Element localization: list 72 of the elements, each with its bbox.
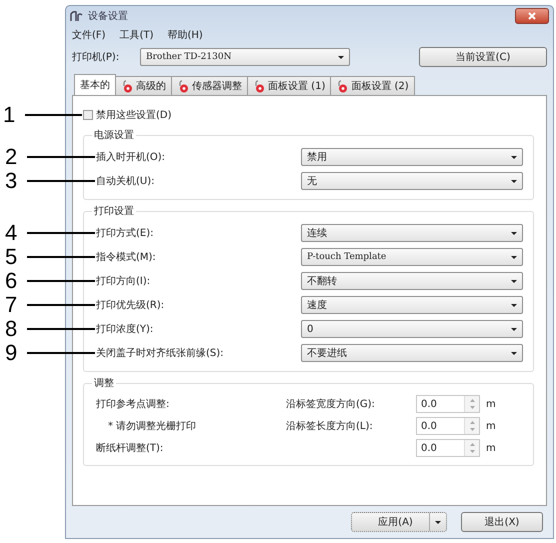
close-icon <box>527 12 537 20</box>
checkbox-label: 禁用这些设置(D) <box>96 108 172 122</box>
callout-number: 3 <box>5 170 18 192</box>
spinner-icon <box>464 440 479 456</box>
field-label: * 请勿调整光栅打印 <box>107 420 198 433</box>
leader-line <box>27 328 95 330</box>
leader-line <box>27 304 95 306</box>
leader-line <box>27 232 95 234</box>
tab[interactable]: 基本的 <box>74 74 116 95</box>
close-button[interactable] <box>515 8 549 24</box>
axis-label: 沿标签长度方向(L): <box>286 421 373 432</box>
field-label: 打印参考点调整: <box>96 398 170 411</box>
tab[interactable]: 面板设置 (2) <box>330 76 415 95</box>
callout-number: 4 <box>5 222 18 244</box>
callout-number: 8 <box>5 318 18 340</box>
callout-number: 2 <box>5 146 18 168</box>
caret-icon <box>435 520 441 524</box>
caret-icon <box>338 56 344 58</box>
unit-label: m <box>485 398 497 410</box>
app-icon <box>70 10 84 22</box>
unit-label: m <box>485 442 497 454</box>
dropdown[interactable]: 禁用 <box>301 148 523 166</box>
tab[interactable]: 面板设置 (1) <box>247 76 332 95</box>
callout-number: 7 <box>5 294 18 316</box>
spinner-icon <box>464 418 479 434</box>
group-title: 打印设置 <box>93 204 135 218</box>
number-field[interactable]: 0.0 <box>416 417 480 435</box>
number-field[interactable]: 0.0 <box>416 395 480 413</box>
dropdown[interactable]: 速度 <box>301 296 523 314</box>
callout-number: 5 <box>5 246 18 268</box>
tab[interactable]: 传感器调整 <box>171 76 248 95</box>
leader-line <box>27 256 95 258</box>
menu-item[interactable]: 文件(F) <box>72 28 106 42</box>
menu-item[interactable]: 工具(T) <box>120 28 154 42</box>
dropdown[interactable]: P-touch Template <box>301 248 523 266</box>
printer-label: 打印机(P): <box>72 50 120 64</box>
caret-icon <box>511 256 517 258</box>
dropdown[interactable]: 不要进纸 <box>301 344 523 362</box>
caret-icon <box>511 280 517 282</box>
spinner-icon <box>464 396 479 412</box>
current-settings-button[interactable]: 当前设置(C) <box>419 47 547 67</box>
menu-item[interactable]: 帮助(H) <box>167 28 203 42</box>
callout-number: 1 <box>3 104 16 126</box>
leader-line <box>27 180 95 182</box>
group-title: 电源设置 <box>93 128 135 142</box>
leader-line <box>27 352 95 354</box>
axis-label: 沿标签宽度方向(G): <box>286 399 375 410</box>
dropdown[interactable]: 0 <box>301 320 523 338</box>
dropdown[interactable]: 连续 <box>301 224 523 242</box>
unit-label: m <box>485 420 497 432</box>
callout-number: 9 <box>5 342 18 364</box>
caret-icon <box>511 328 517 330</box>
leader-line <box>27 280 95 282</box>
caret-icon <box>511 156 517 158</box>
leader-line <box>27 156 95 158</box>
caret-icon <box>511 352 517 354</box>
group-title: 调整 <box>93 377 115 390</box>
caret-icon <box>511 180 517 182</box>
leader-line <box>25 114 82 116</box>
caret-icon <box>511 232 517 234</box>
callout-number: 6 <box>5 270 18 292</box>
apply-button[interactable]: 应用(A) <box>351 512 447 532</box>
dropdown[interactable]: 无 <box>301 172 523 190</box>
checkbox[interactable] <box>83 110 93 120</box>
number-field[interactable]: 0.0 <box>416 439 480 457</box>
printer-dropdown[interactable]: Brother TD-2130N <box>140 48 350 66</box>
caret-icon <box>511 304 517 306</box>
dropdown[interactable]: 不翻转 <box>301 272 523 290</box>
window-title: 设备设置 <box>88 10 128 23</box>
tab[interactable]: 高级的 <box>115 76 172 95</box>
field-label: 断纸杆调整(T): <box>96 442 164 455</box>
exit-button[interactable]: 退出(X) <box>461 512 543 532</box>
